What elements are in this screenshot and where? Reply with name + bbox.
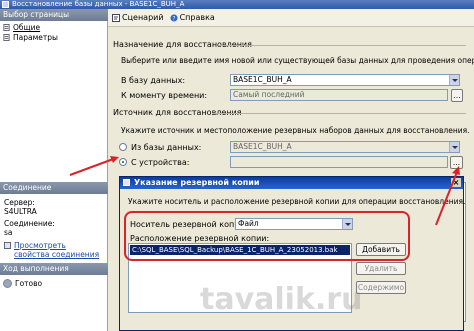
arrow-to-browse-button xyxy=(435,171,458,226)
arrowhead xyxy=(452,166,460,175)
restore-database-window: Восстановление базы данных - BASE1C_BUH_… xyxy=(0,0,474,331)
watermark: tavalik.ru xyxy=(200,282,363,317)
arrow-to-device-radio xyxy=(69,157,117,176)
